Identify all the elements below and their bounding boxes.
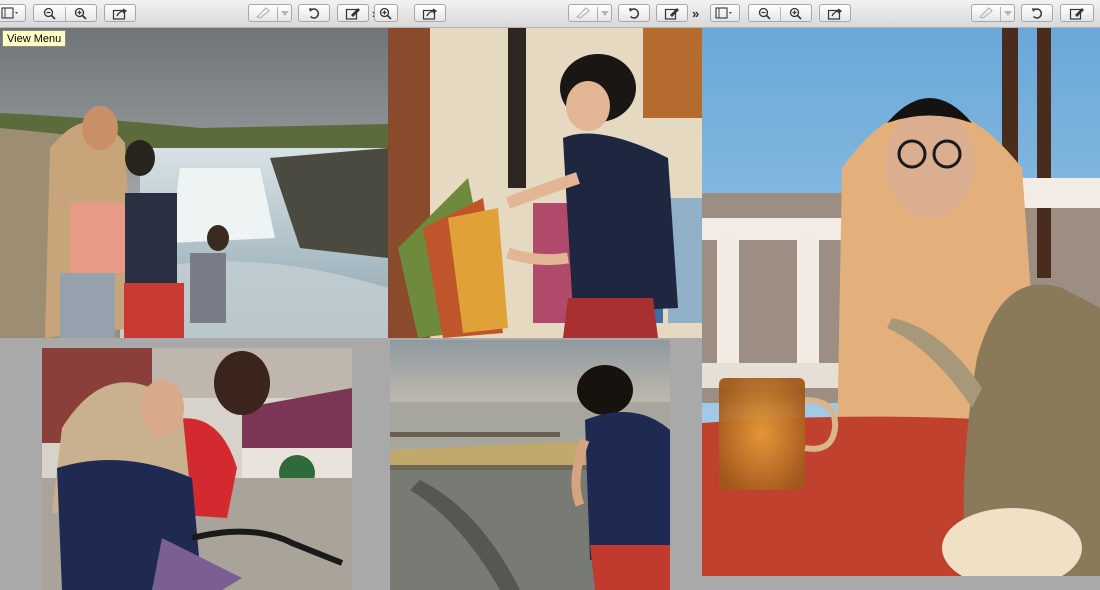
zoom-in-button[interactable]	[65, 7, 96, 20]
view-menu-tooltip: View Menu	[2, 30, 67, 47]
chevron-down-icon	[601, 11, 609, 16]
rotate-button[interactable]	[1021, 4, 1053, 22]
photo-rickshaw	[42, 348, 352, 590]
rotate-icon	[629, 7, 640, 19]
view-menu-button[interactable]	[710, 4, 740, 22]
zoom-out-icon	[758, 7, 771, 20]
highlight-button[interactable]	[971, 4, 1015, 22]
photo-paintings	[388, 28, 708, 338]
photo-tea	[702, 28, 1100, 576]
rotate-button[interactable]	[618, 4, 650, 22]
toolbar-window-2: »	[374, 0, 708, 28]
toolbar-overflow-button[interactable]: »	[692, 6, 699, 21]
highlight-button[interactable]	[248, 4, 292, 22]
share-button[interactable]	[104, 4, 136, 22]
highlight-divider	[597, 7, 598, 21]
share-button[interactable]	[414, 4, 446, 22]
highlight-icon	[575, 7, 590, 19]
zoom-controls	[33, 4, 97, 22]
rotate-icon	[309, 7, 320, 19]
markup-button[interactable]	[656, 4, 688, 22]
markup-icon	[1069, 7, 1084, 20]
zoom-divider	[780, 7, 781, 21]
sidebar-icon	[715, 7, 732, 19]
toolbar-window-3	[708, 0, 1100, 28]
zoom-out-button[interactable]	[749, 7, 780, 20]
rotate-icon	[1032, 7, 1043, 19]
markup-icon	[664, 7, 679, 20]
zoom-in-button[interactable]	[780, 7, 811, 20]
share-icon	[827, 7, 843, 20]
zoom-divider	[65, 7, 66, 21]
share-icon	[112, 7, 128, 20]
markup-icon	[345, 7, 360, 20]
photo-lake	[390, 340, 670, 590]
zoom-in-button[interactable]	[374, 4, 398, 22]
zoom-controls	[748, 4, 812, 22]
share-button[interactable]	[819, 4, 851, 22]
markup-button[interactable]	[1060, 4, 1094, 22]
zoom-in-icon	[789, 7, 802, 20]
sidebar-icon	[1, 7, 18, 19]
highlight-icon	[978, 7, 993, 19]
markup-button[interactable]	[337, 4, 369, 22]
chevron-down-icon	[1004, 11, 1012, 16]
photo-waterfall	[0, 28, 388, 338]
share-icon	[422, 7, 438, 20]
toolbar-window-1: »	[0, 0, 388, 28]
zoom-in-icon	[379, 7, 392, 20]
highlight-divider	[1000, 7, 1001, 21]
highlight-icon	[255, 7, 270, 19]
zoom-out-icon	[43, 7, 56, 20]
view-menu-button[interactable]	[0, 4, 26, 22]
highlight-divider	[277, 7, 278, 21]
rotate-button[interactable]	[298, 4, 330, 22]
highlight-button[interactable]	[568, 4, 612, 22]
zoom-in-icon	[74, 7, 87, 20]
zoom-out-button[interactable]	[34, 7, 65, 20]
chevron-down-icon	[281, 11, 289, 16]
